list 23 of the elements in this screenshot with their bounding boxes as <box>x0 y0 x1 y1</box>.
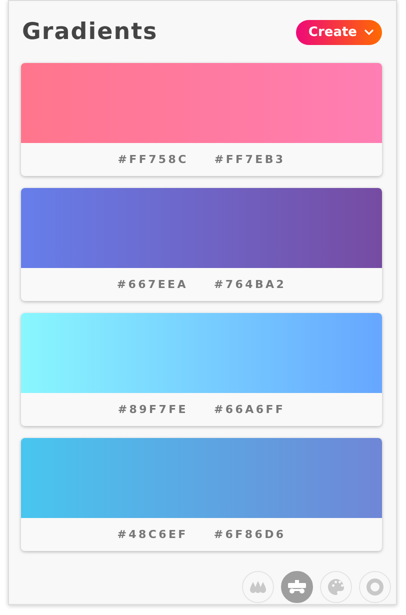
ring-icon <box>366 578 384 596</box>
hex-code: #FF7EB3 <box>214 153 286 166</box>
drops-button[interactable] <box>242 571 274 603</box>
chevron-icon <box>364 29 374 35</box>
ring-button[interactable] <box>359 571 391 603</box>
hex-code: #667EEA <box>116 278 188 291</box>
vehicle-button[interactable] <box>281 571 313 603</box>
hex-code: #FF758C <box>118 153 188 166</box>
hex-code: #89F7FE <box>118 403 188 416</box>
hex-code: #66A6FF <box>214 403 286 416</box>
create-button[interactable]: Create <box>296 20 382 44</box>
hex-code: #764BA2 <box>214 278 286 291</box>
drops-icon <box>250 580 266 594</box>
palette-button[interactable] <box>320 571 352 603</box>
gradient-card[interactable]: #FF758C #FF7EB3 <box>21 63 382 176</box>
gradient-card[interactable]: #667EEA #764BA2 <box>21 188 382 301</box>
page-title: Gradients <box>22 19 158 45</box>
vehicle-icon <box>288 580 306 594</box>
hex-code: #48C6EF <box>117 528 188 541</box>
gradient-card[interactable]: #89F7FE #66A6FF <box>21 313 382 426</box>
palette-icon <box>328 579 344 595</box>
hex-code: #6F86D6 <box>214 528 286 541</box>
gradient-card[interactable]: #48C6EF #6F86D6 <box>21 438 382 551</box>
